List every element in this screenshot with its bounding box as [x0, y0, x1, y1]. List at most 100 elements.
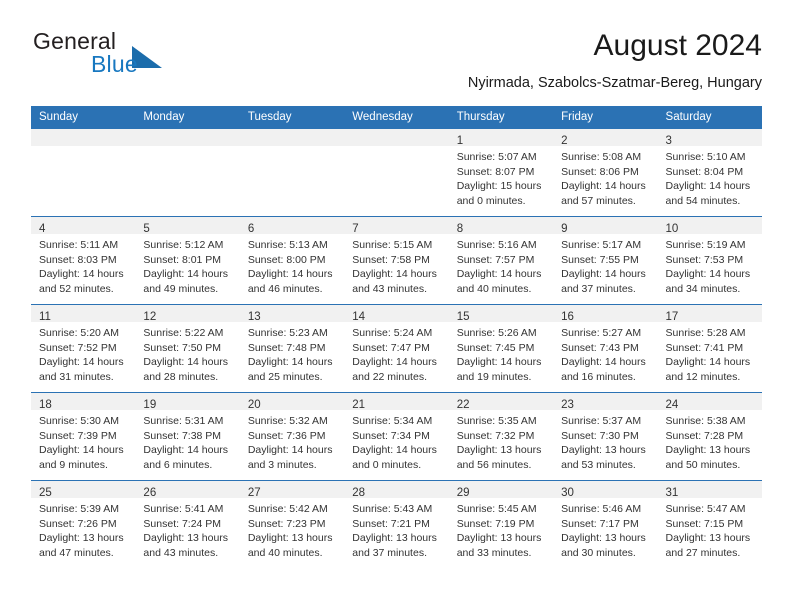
- calendar-day-8[interactable]: 8 Sunrise: 5:16 AM Sunset: 7:57 PM Daylight…: [448, 216, 554, 304]
- calendar-page: General Blue August 2024 Nyirmada, Szabo…: [0, 0, 792, 612]
- calendar-header-row: Sunday Monday Tuesday Wednesday Thursday Frid…: [31, 106, 762, 128]
- day-detail-line: Sunrise: 5:07 AM: [456, 151, 537, 163]
- calendar-day-9[interactable]: 9 Sunrise: 5:17 AM Sunset: 7:55 PM Daylight…: [553, 216, 658, 304]
- calendar-day-24[interactable]: 24 Sunrise: 5:38 AM Sunset: 7:28 PM Dayligh…: [657, 392, 762, 480]
- calendar-cell: 20 Sunrise: 5:32 AM Sunset: 7:36 PM Dayligh…: [239, 392, 345, 480]
- day-detail-line: Sunset: 7:17 PM: [561, 517, 639, 530]
- day-detail-line: and 54 minutes.: [665, 194, 741, 207]
- calendar-day-22[interactable]: 22 Sunrise: 5:35 AM Sunset: 7:32 PM Dayligh…: [448, 392, 554, 480]
- day-detail-line: Daylight: 14 hours: [143, 268, 229, 281]
- day-detail-line: Sunset: 7:30 PM: [561, 429, 639, 442]
- day-detail-line: and 40 minutes.: [247, 546, 323, 559]
- day-detail-line: Sunrise: 5:39 AM: [39, 503, 119, 515]
- calendar-day-15[interactable]: 15 Sunrise: 5:26 AM Sunset: 7:45 PM Dayligh…: [448, 304, 554, 392]
- calendar-cell: 31 Sunrise: 5:47 AM Sunset: 7:15 PM Dayligh…: [657, 480, 762, 568]
- day-details: Sunrise: 5:27 AM Sunset: 7:43 PM Daylight:…: [553, 322, 657, 384]
- calendar-day-29[interactable]: 29 Sunrise: 5:45 AM Sunset: 7:19 PM Dayligh…: [448, 480, 554, 568]
- calendar-week-row: 18 Sunrise: 5:30 AM Sunset: 7:39 PM Dayligh…: [31, 392, 762, 480]
- day-number-band: 22: [448, 393, 554, 411]
- day-detail-line: Sunrise: 5:08 AM: [561, 151, 642, 163]
- calendar-day-27[interactable]: 27 Sunrise: 5:42 AM Sunset: 7:23 PM Dayligh…: [239, 480, 345, 568]
- calendar-day-19[interactable]: 19 Sunrise: 5:31 AM Sunset: 7:38 PM Dayligh…: [135, 392, 240, 480]
- day-number: 9: [561, 223, 568, 235]
- day-detail-line: Sunset: 8:04 PM: [665, 165, 744, 178]
- calendar-day-21[interactable]: 21 Sunrise: 5:34 AM Sunset: 7:34 PM Dayligh…: [344, 392, 449, 480]
- day-detail-line: Daylight: 14 hours: [39, 268, 124, 281]
- day-detail-line: Daylight: 13 hours: [247, 532, 333, 545]
- calendar-cell: 18 Sunrise: 5:30 AM Sunset: 7:39 PM Dayligh…: [31, 392, 136, 480]
- calendar-day-12[interactable]: 12 Sunrise: 5:22 AM Sunset: 7:50 PM Dayligh…: [135, 304, 240, 392]
- calendar-day-25[interactable]: 25 Sunrise: 5:39 AM Sunset: 7:26 PM Dayligh…: [31, 480, 136, 568]
- day-detail-line: Sunset: 7:38 PM: [143, 429, 222, 442]
- calendar-day-4[interactable]: 4 Sunrise: 5:11 AM Sunset: 8:03 PM Daylight…: [31, 216, 136, 304]
- page-header: General Blue August 2024 Nyirmada, Szabo…: [31, 28, 762, 96]
- day-detail-line: and 33 minutes.: [456, 546, 532, 559]
- day-detail-line: Sunset: 7:36 PM: [247, 429, 326, 442]
- day-detail-line: Sunrise: 5:35 AM: [456, 415, 537, 427]
- day-number-band: [344, 129, 449, 146]
- day-detail-line: and 52 minutes.: [39, 282, 114, 295]
- calendar-cell: 17 Sunrise: 5:28 AM Sunset: 7:41 PM Dayligh…: [657, 304, 762, 392]
- day-details: Sunrise: 5:17 AM Sunset: 7:55 PM Daylight:…: [553, 234, 657, 296]
- day-details: Sunrise: 5:31 AM Sunset: 7:38 PM Daylight:…: [135, 410, 239, 472]
- day-number: 30: [561, 487, 574, 499]
- day-detail-line: and 0 minutes.: [456, 194, 526, 207]
- calendar-day-23[interactable]: 23 Sunrise: 5:37 AM Sunset: 7:30 PM Dayligh…: [553, 392, 658, 480]
- calendar-cell: [31, 128, 136, 216]
- day-number: 21: [352, 399, 366, 411]
- calendar-cell: 24 Sunrise: 5:38 AM Sunset: 7:28 PM Dayligh…: [657, 392, 762, 480]
- day-detail-line: Daylight: 14 hours: [456, 268, 542, 281]
- day-detail-line: and 46 minutes.: [247, 282, 323, 295]
- day-number-band: 31: [657, 481, 762, 499]
- day-detail-line: Sunrise: 5:46 AM: [561, 503, 642, 515]
- day-number-band: 28: [344, 481, 449, 499]
- calendar-day-13[interactable]: 13 Sunrise: 5:23 AM Sunset: 7:48 PM Dayligh…: [239, 304, 345, 392]
- calendar-day-3[interactable]: 3 Sunrise: 5:10 AM Sunset: 8:04 PM Daylight…: [657, 128, 762, 216]
- calendar-day-18[interactable]: 18 Sunrise: 5:30 AM Sunset: 7:39 PM Dayligh…: [31, 392, 136, 480]
- calendar-day-30[interactable]: 30 Sunrise: 5:46 AM Sunset: 7:17 PM Dayligh…: [553, 480, 658, 568]
- day-detail-line: Sunrise: 5:37 AM: [561, 415, 642, 427]
- calendar-day-6[interactable]: 6 Sunrise: 5:13 AM Sunset: 8:00 PM Daylight…: [239, 216, 345, 304]
- day-details: Sunrise: 5:15 AM Sunset: 7:58 PM Daylight:…: [344, 234, 448, 296]
- weekday-header-tuesday: Tuesday: [239, 106, 345, 128]
- calendar-cell: 26 Sunrise: 5:41 AM Sunset: 7:24 PM Dayligh…: [135, 480, 240, 568]
- calendar-day-16[interactable]: 16 Sunrise: 5:27 AM Sunset: 7:43 PM Dayligh…: [553, 304, 658, 392]
- calendar-day-1[interactable]: 1 Sunrise: 5:07 AM Sunset: 8:07 PM Daylight…: [448, 128, 554, 216]
- calendar-day-10[interactable]: 10 Sunrise: 5:19 AM Sunset: 7:53 PM Dayligh…: [657, 216, 762, 304]
- calendar-cell: 3 Sunrise: 5:10 AM Sunset: 8:04 PM Daylight…: [657, 128, 762, 216]
- day-detail-line: Sunrise: 5:34 AM: [352, 415, 433, 427]
- day-detail-line: Daylight: 14 hours: [665, 356, 751, 369]
- day-number: 7: [352, 223, 359, 235]
- calendar-day-17[interactable]: 17 Sunrise: 5:28 AM Sunset: 7:41 PM Dayligh…: [657, 304, 762, 392]
- day-detail-line: Sunrise: 5:12 AM: [143, 239, 224, 251]
- calendar-cell: 9 Sunrise: 5:17 AM Sunset: 7:55 PM Daylight…: [553, 216, 658, 304]
- day-detail-line: and 49 minutes.: [143, 282, 219, 295]
- brand-logo[interactable]: General Blue: [31, 28, 291, 86]
- day-number: 14: [352, 311, 366, 323]
- calendar-day-7[interactable]: 7 Sunrise: 5:15 AM Sunset: 7:58 PM Daylight…: [344, 216, 449, 304]
- day-number: 20: [247, 399, 261, 411]
- day-number: 5: [143, 223, 150, 235]
- day-detail-line: Sunset: 8:07 PM: [456, 165, 535, 178]
- day-detail-line: Daylight: 14 hours: [561, 180, 646, 193]
- calendar-day-28[interactable]: 28 Sunrise: 5:43 AM Sunset: 7:21 PM Dayligh…: [344, 480, 449, 568]
- calendar-cell: 2 Sunrise: 5:08 AM Sunset: 8:06 PM Daylight…: [553, 128, 658, 216]
- day-detail-line: Daylight: 13 hours: [352, 532, 437, 545]
- day-number-band: 18: [31, 393, 136, 411]
- calendar-day-11[interactable]: 11 Sunrise: 5:20 AM Sunset: 7:52 PM Dayligh…: [31, 304, 136, 392]
- day-number-band: 7: [344, 217, 449, 235]
- calendar-day-5[interactable]: 5 Sunrise: 5:12 AM Sunset: 8:01 PM Daylight…: [135, 216, 240, 304]
- day-detail-line: Sunset: 7:58 PM: [352, 253, 430, 266]
- calendar-day-20[interactable]: 20 Sunrise: 5:32 AM Sunset: 7:36 PM Dayligh…: [239, 392, 345, 480]
- calendar-day-2[interactable]: 2 Sunrise: 5:08 AM Sunset: 8:06 PM Daylight…: [553, 128, 658, 216]
- calendar-day-31[interactable]: 31 Sunrise: 5:47 AM Sunset: 7:15 PM Dayligh…: [657, 480, 762, 568]
- day-detail-line: Sunrise: 5:11 AM: [39, 239, 119, 251]
- calendar-day-26[interactable]: 26 Sunrise: 5:41 AM Sunset: 7:24 PM Dayligh…: [135, 480, 240, 568]
- day-details: Sunrise: 5:38 AM Sunset: 7:28 PM Daylight:…: [658, 410, 762, 472]
- location-subtitle: Nyirmada, Szabolcs-Szatmar-Bereg, Hungar…: [467, 75, 762, 91]
- day-number-band: 5: [135, 217, 240, 235]
- day-detail-line: Daylight: 14 hours: [456, 356, 542, 369]
- day-number-band: 25: [31, 481, 136, 499]
- calendar-day-14[interactable]: 14 Sunrise: 5:24 AM Sunset: 7:47 PM Dayligh…: [344, 304, 449, 392]
- day-detail-line: and 56 minutes.: [456, 458, 532, 471]
